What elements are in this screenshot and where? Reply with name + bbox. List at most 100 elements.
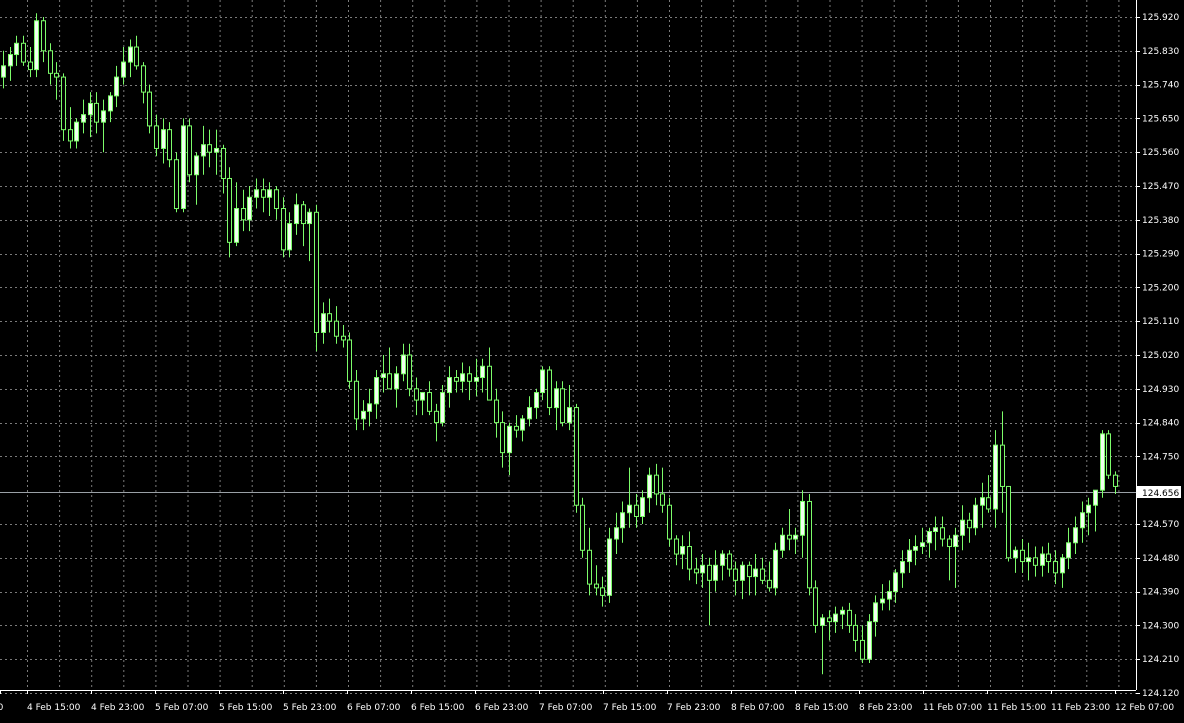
time-tick-label: 12 Feb 07:00 — [1115, 703, 1174, 713]
candle — [48, 43, 53, 85]
candle — [600, 576, 605, 607]
candle-body — [993, 444, 998, 510]
candle-body — [447, 377, 452, 394]
candle — [580, 497, 585, 558]
candle-body — [54, 72, 59, 78]
price-tick-label: 124.210 — [1142, 655, 1179, 665]
candle — [760, 557, 765, 585]
candle-body — [507, 425, 512, 454]
candle — [121, 47, 126, 85]
candle — [101, 99, 106, 153]
candle — [447, 366, 452, 408]
candlestick-chart-svg[interactable]: 125.920 125.830 125.740 125.650 125.560 125.4… — [0, 0, 1184, 723]
candle — [614, 512, 619, 555]
candle-body — [640, 497, 645, 517]
candle-body — [1046, 553, 1051, 563]
candle — [514, 415, 519, 438]
price-chart[interactable]: 125.920 125.830 125.740 125.650 125.560 125.4… — [0, 0, 1184, 723]
candle-body — [900, 561, 905, 574]
candle-body — [14, 42, 19, 56]
candle-body — [387, 373, 392, 390]
candle-body — [1066, 542, 1071, 559]
candle — [314, 204, 319, 352]
candle — [707, 557, 712, 626]
candle-body — [967, 519, 972, 529]
candle — [221, 144, 226, 194]
candle-body — [301, 204, 306, 225]
price-tick-label: 125.470 — [1142, 182, 1179, 192]
candle-body — [94, 102, 99, 123]
candle — [680, 535, 685, 570]
candle-body — [1, 65, 6, 78]
candle-body — [667, 504, 672, 540]
candle — [241, 189, 246, 232]
candle — [467, 366, 472, 401]
candle — [361, 400, 366, 431]
candle — [1006, 485, 1011, 562]
candle-body — [580, 504, 585, 551]
candle-body — [48, 50, 53, 74]
candle-body — [760, 568, 765, 581]
candle-body — [727, 553, 732, 570]
candle-body — [674, 538, 679, 555]
candle — [674, 535, 679, 566]
candle — [654, 463, 659, 506]
candle — [753, 554, 758, 596]
candle-body — [281, 208, 286, 251]
candle-body — [840, 609, 845, 615]
candle — [128, 39, 133, 78]
candle-body — [34, 20, 39, 71]
candle — [1020, 539, 1025, 573]
candle — [973, 497, 978, 536]
candle — [147, 84, 152, 134]
candle-body — [8, 54, 13, 67]
price-tick-label: 125.740 — [1142, 81, 1179, 91]
candle-body — [334, 320, 339, 337]
candle-body — [634, 504, 639, 517]
candle-body — [940, 527, 945, 540]
candle — [813, 580, 818, 633]
candle — [1000, 411, 1005, 513]
candle-body — [174, 159, 179, 210]
candle-body — [267, 189, 272, 198]
candle-body — [327, 313, 332, 322]
candle — [634, 493, 639, 528]
candle-body — [1053, 561, 1058, 574]
candle-body — [1033, 557, 1038, 566]
candle-body — [614, 527, 619, 540]
candle — [287, 212, 292, 258]
candle-body — [547, 369, 552, 409]
candle — [507, 422, 512, 476]
candle-body — [474, 377, 479, 382]
candle-body — [361, 410, 366, 420]
candle — [54, 62, 59, 100]
candle-body — [887, 591, 892, 600]
candle-body — [607, 538, 612, 596]
candle-body — [41, 20, 46, 52]
candle-body — [194, 155, 199, 176]
candle — [1046, 542, 1051, 573]
candle-body — [321, 313, 326, 333]
candle — [108, 92, 113, 123]
candle-body — [414, 388, 419, 401]
candle — [187, 118, 192, 183]
candle — [574, 403, 579, 513]
candle-body — [221, 147, 226, 179]
candle — [301, 201, 306, 247]
candle — [407, 343, 412, 397]
candle — [627, 467, 632, 528]
candle-body — [28, 61, 33, 71]
candle-body — [847, 609, 852, 626]
candle — [440, 385, 445, 427]
candle-body — [740, 564, 745, 581]
candle — [547, 366, 552, 416]
candle — [907, 539, 912, 573]
candle-body — [747, 564, 752, 578]
candle-body — [1000, 444, 1005, 487]
time-tick-label: 6 Feb 07:00 — [347, 703, 401, 713]
candle — [920, 527, 925, 555]
time-tick-label: 8 Feb 07:00 — [731, 703, 785, 713]
candle — [267, 182, 272, 217]
price-tick-label: 124.570 — [1142, 520, 1179, 530]
candle — [381, 355, 386, 393]
